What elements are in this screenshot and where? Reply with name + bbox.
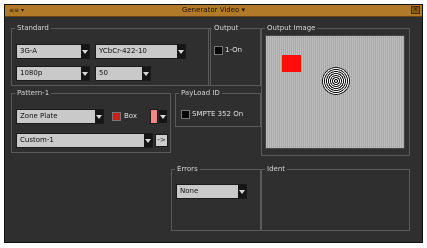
chevron-down-icon[interactable] <box>144 134 152 147</box>
rate-value: 50 <box>99 69 108 77</box>
standard-label: Standard <box>15 23 51 33</box>
chevron-down-icon[interactable] <box>142 67 150 80</box>
errors-value: None <box>180 187 199 195</box>
ident-group: Ident <box>261 164 410 231</box>
pattern-label: Pattern-1 <box>15 88 52 98</box>
apply-custom-button[interactable]: -> <box>155 134 168 147</box>
box-checkbox[interactable] <box>112 112 121 121</box>
errors-group: Errors None <box>171 164 261 231</box>
box-color-swatch[interactable] <box>150 109 158 124</box>
errors-select[interactable]: None <box>176 184 247 199</box>
standard-group: Standard 3G-A YCbCr-422-10 1080p 50 <box>11 23 211 86</box>
chevron-down-icon[interactable] <box>238 185 246 198</box>
title-bar[interactable]: ≡≡ ▾ Generator Video ▾ × <box>5 5 422 17</box>
output-image-preview <box>265 35 405 149</box>
zone-plate-pattern <box>322 67 350 95</box>
chevron-down-icon[interactable] <box>159 110 167 123</box>
payload-id-group: PayLoad ID SMPTE 352 On <box>175 88 261 127</box>
pattern-value: Zone Plate <box>20 112 58 120</box>
output-label: Output <box>212 23 241 33</box>
output-group: Output 1-On <box>208 23 261 86</box>
pattern-group: Pattern-1 Zone Plate Box Custom-1 -> <box>11 88 171 153</box>
format-select[interactable]: 3G-A <box>16 44 90 59</box>
rate-select[interactable]: 50 <box>95 66 151 81</box>
close-icon[interactable]: × <box>411 6 420 14</box>
chevron-down-icon[interactable] <box>95 110 103 123</box>
custom-pattern-select[interactable]: Custom-1 <box>16 133 153 148</box>
generator-video-window: ≡≡ ▾ Generator Video ▾ × Standard 3G-A Y… <box>4 4 423 243</box>
red-box-marker <box>282 55 301 72</box>
output-on-checkbox[interactable] <box>214 46 223 55</box>
ident-label: Ident <box>265 164 287 174</box>
color-space-select[interactable]: YCbCr-422-10 <box>95 44 186 59</box>
chevron-down-icon[interactable] <box>81 45 89 58</box>
color-space-value: YCbCr-422-10 <box>99 47 147 55</box>
resolution-select[interactable]: 1080p <box>16 66 90 81</box>
chevron-down-icon[interactable] <box>81 67 89 80</box>
smpte-352-label: SMPTE 352 On <box>192 110 244 118</box>
smpte-352-checkbox[interactable] <box>181 110 190 119</box>
payload-id-label: PayLoad ID <box>179 88 222 98</box>
chevron-down-icon[interactable] <box>177 45 185 58</box>
window-title[interactable]: Generator Video ▾ <box>5 5 422 16</box>
output-image-label: Output Image <box>265 23 318 33</box>
format-value: 3G-A <box>20 47 38 55</box>
output-on-label: 1-On <box>225 46 243 54</box>
output-image-group: Output Image <box>261 23 410 156</box>
pattern-select[interactable]: Zone Plate <box>16 109 104 124</box>
errors-label: Errors <box>175 164 200 174</box>
resolution-value: 1080p <box>20 69 43 77</box>
custom-pattern-value: Custom-1 <box>20 136 54 144</box>
box-label: Box <box>124 112 138 120</box>
